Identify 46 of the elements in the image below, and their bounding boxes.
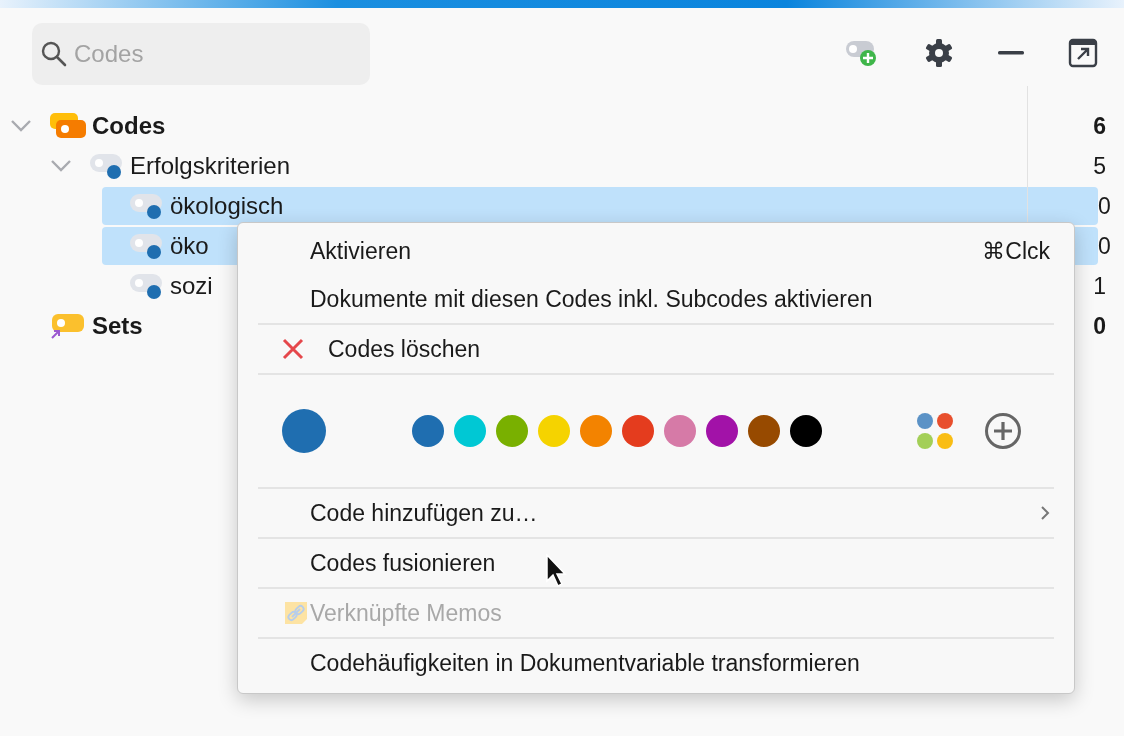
menu-item[interactable]: Codes löschen xyxy=(258,325,1054,373)
code-icon xyxy=(130,272,164,300)
code-icon xyxy=(130,232,164,260)
color-swatch[interactable] xyxy=(412,415,444,447)
color-swatch[interactable] xyxy=(580,415,612,447)
cursor-icon xyxy=(546,554,568,588)
color-swatch[interactable] xyxy=(664,415,696,447)
chevron-icon[interactable] xyxy=(50,159,72,173)
count-label: 0 xyxy=(1098,192,1111,220)
tree-item[interactable]: Sets xyxy=(22,307,151,345)
settings-icon[interactable] xyxy=(924,38,954,68)
chevron-icon[interactable] xyxy=(10,119,32,133)
count-label: 5 xyxy=(1093,152,1106,180)
sets-icon xyxy=(50,312,86,340)
search-icon xyxy=(40,40,68,68)
memo-link-icon xyxy=(282,599,310,627)
search-field[interactable]: Codes xyxy=(32,23,370,85)
color-swatch[interactable] xyxy=(706,415,738,447)
menu-item[interactable]: Code hinzufügen zu… xyxy=(258,489,1054,537)
menu-item[interactable]: Codehäufigkeiten in Dokumentvariable transformieren xyxy=(258,639,1054,687)
open-window-icon[interactable] xyxy=(1068,38,1098,68)
count-label: 1 xyxy=(1093,272,1106,300)
tree-item[interactable]: sozi xyxy=(102,267,221,305)
add-color-icon[interactable] xyxy=(984,412,1022,450)
color-swatch[interactable] xyxy=(790,415,822,447)
color-swatch[interactable] xyxy=(496,415,528,447)
count-label: 0 xyxy=(1093,312,1106,340)
tree-item[interactable]: Codes xyxy=(22,107,174,145)
menu-item[interactable]: Aktivieren ⌘Clck xyxy=(258,227,1054,275)
menu-item[interactable]: Dokumente mit diesen Codes inkl. Subcodes aktivieren xyxy=(258,275,1054,323)
chevron-right-icon xyxy=(1040,505,1050,521)
tree-item[interactable]: ökologisch xyxy=(102,187,1098,225)
code-icon xyxy=(90,152,124,180)
color-swatch[interactable] xyxy=(538,415,570,447)
color-swatch[interactable] xyxy=(748,415,780,447)
color-swatch[interactable] xyxy=(622,415,654,447)
count-label: 6 xyxy=(1093,112,1106,140)
codes-icon xyxy=(50,113,86,139)
menu-item[interactable]: Codes fusionieren xyxy=(258,539,1054,587)
count-label: 0 xyxy=(1098,232,1111,260)
color-picker-icon[interactable] xyxy=(916,412,954,450)
color-swatch[interactable] xyxy=(454,415,486,447)
tree-item[interactable]: Erfolgskriterien xyxy=(62,147,299,185)
minimize-icon[interactable] xyxy=(998,50,1024,56)
close-icon xyxy=(282,338,304,360)
code-icon xyxy=(130,192,164,220)
